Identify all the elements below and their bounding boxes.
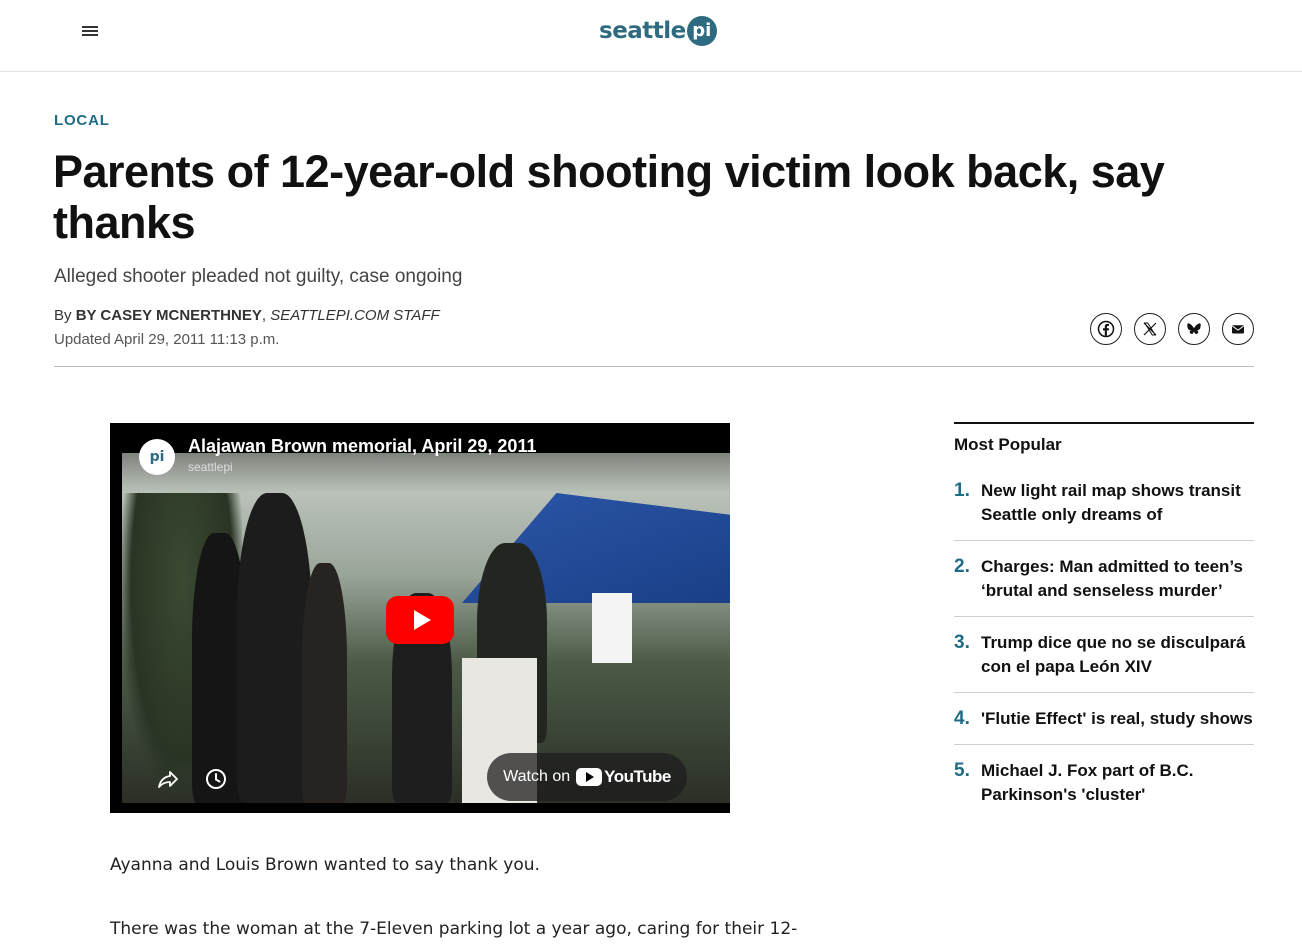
most-popular-title: Most Popular	[954, 435, 1062, 454]
most-popular-item[interactable]: 4. 'Flutie Effect' is real, study shows	[954, 693, 1254, 745]
share-arrow-icon	[158, 771, 178, 788]
site-header: seattle pi	[0, 0, 1302, 72]
most-popular-sidebar: Most Popular 1. New light rail map shows…	[954, 422, 1254, 820]
channel-avatar[interactable]: pi	[139, 439, 175, 475]
video-share-button[interactable]	[150, 761, 186, 797]
logo-text: seattle	[599, 18, 686, 44]
popular-headline-link[interactable]: Trump dice que no se disculpará con el p…	[981, 631, 1254, 679]
watch-later-button[interactable]	[198, 761, 234, 797]
bluesky-icon	[1187, 323, 1201, 334]
header-divider	[54, 366, 1254, 367]
popular-rank: 2.	[954, 556, 970, 577]
video-channel-name[interactable]: seattlepi	[188, 460, 233, 474]
article-paragraph: There was the woman at the 7-Eleven park…	[110, 919, 798, 946]
updated-timestamp: Updated April 29, 2011 11:13 p.m.	[54, 331, 280, 348]
youtube-wordmark: YouTube	[604, 767, 671, 786]
author-link[interactable]: BY CASEY MCNERTHNEY	[76, 307, 262, 324]
most-popular-item[interactable]: 2. Charges: Man admitted to teen’s ‘brut…	[954, 541, 1254, 617]
play-button[interactable]	[386, 596, 454, 644]
site-logo[interactable]: seattle pi	[599, 14, 717, 48]
byline: By BY CASEY MCNERTHNEY, SEATTLEPI.COM ST…	[54, 307, 440, 324]
sidebar-top-rule	[954, 422, 1254, 424]
youtube-logo: YouTube	[576, 767, 671, 787]
video-title[interactable]: Alajawan Brown memorial, April 29, 2011	[188, 436, 536, 457]
popular-rank: 5.	[954, 760, 970, 781]
popular-headline-link[interactable]: 'Flutie Effect' is real, study shows	[981, 707, 1253, 731]
share-bluesky-button[interactable]	[1178, 313, 1210, 345]
email-icon	[1232, 325, 1244, 334]
most-popular-item[interactable]: 3. Trump dice que no se disculpará con e…	[954, 617, 1254, 693]
popular-headline-link[interactable]: New light rail map shows transit Seattle…	[981, 479, 1254, 527]
share-x-button[interactable]	[1134, 313, 1166, 345]
share-facebook-button[interactable]	[1090, 313, 1122, 345]
youtube-play-icon	[576, 768, 603, 786]
clock-icon	[206, 769, 226, 789]
popular-headline-link[interactable]: Michael J. Fox part of B.C. Parkinson's …	[981, 759, 1254, 807]
author-organization: SEATTLEPI.COM STAFF	[270, 307, 440, 324]
popular-rank: 4.	[954, 708, 970, 729]
popular-rank: 1.	[954, 480, 970, 501]
play-icon	[413, 610, 431, 630]
channel-avatar-mark: pi	[149, 449, 165, 465]
section-label[interactable]: LOCAL	[54, 112, 110, 129]
logo-pi-mark: pi	[686, 16, 717, 46]
byline-separator: ,	[261, 307, 267, 324]
watch-on-youtube-button[interactable]: Watch on YouTube	[487, 753, 687, 801]
article-paragraph: Ayanna and Louis Brown wanted to say tha…	[110, 855, 540, 875]
facebook-icon	[1097, 320, 1115, 338]
share-email-button[interactable]	[1222, 313, 1254, 345]
most-popular-item[interactable]: 1. New light rail map shows transit Seat…	[954, 465, 1254, 541]
article-subheadline: Alleged shooter pleaded not guilty, case…	[54, 266, 463, 287]
most-popular-item[interactable]: 5. Michael J. Fox part of B.C. Parkinson…	[954, 745, 1254, 820]
hamburger-menu-icon[interactable]	[82, 26, 98, 38]
watch-on-label: Watch on	[503, 768, 571, 785]
article-headline: Parents of 12-year-old shooting victim l…	[53, 146, 1165, 248]
x-icon	[1143, 322, 1157, 336]
popular-headline-link[interactable]: Charges: Man admitted to teen’s ‘brutal …	[981, 555, 1254, 603]
video-title-overlay	[110, 423, 730, 493]
youtube-video-embed[interactable]: pi Alajawan Brown memorial, April 29, 20…	[110, 423, 730, 813]
popular-rank: 3.	[954, 632, 970, 653]
byline-prefix: By	[54, 307, 72, 324]
